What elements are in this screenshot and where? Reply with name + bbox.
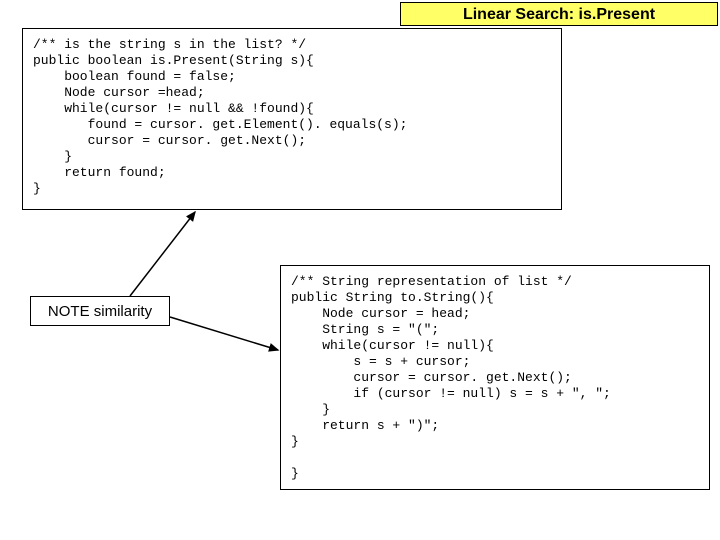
slide-title: Linear Search: is.Present (400, 2, 718, 26)
code-block-tostring: /** String representation of list */ pub… (280, 265, 710, 490)
code-block-ispresent: /** is the string s in the list? */ publ… (22, 28, 562, 210)
note-similarity: NOTE similarity (30, 296, 170, 326)
